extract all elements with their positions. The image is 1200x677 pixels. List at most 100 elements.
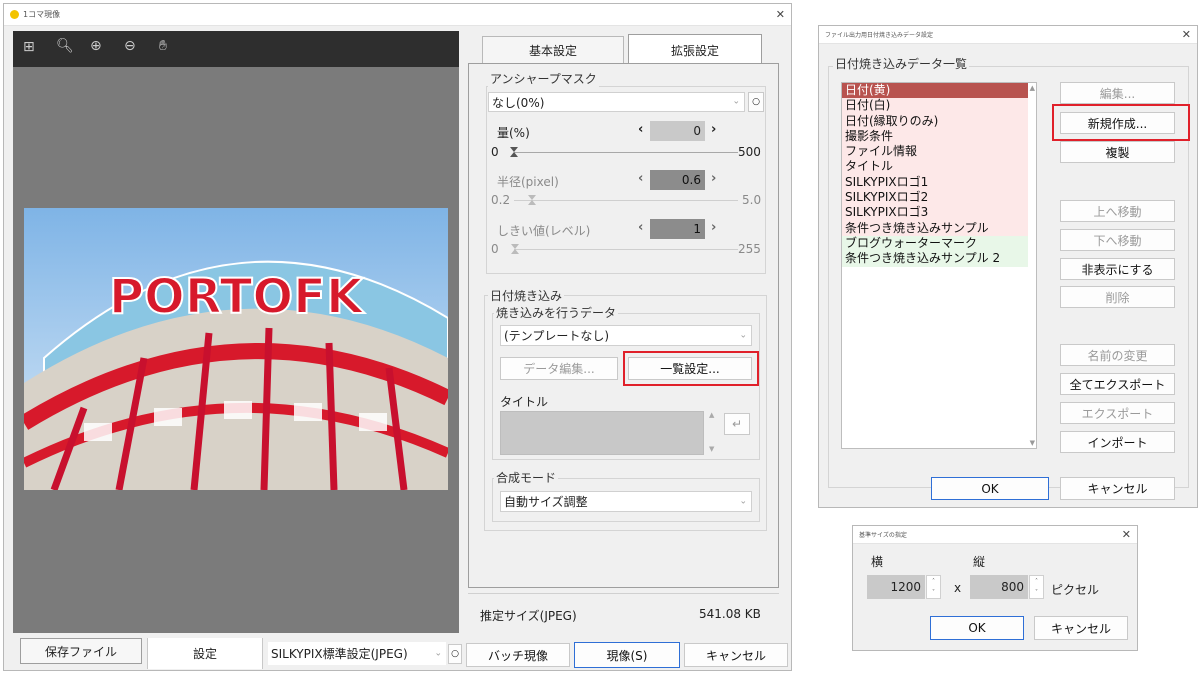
- title-textarea[interactable]: [500, 411, 704, 455]
- tab-basic-settings[interactable]: 基本設定: [482, 36, 624, 64]
- size-cancel-button[interactable]: キャンセル: [1034, 616, 1128, 640]
- width-stepper[interactable]: ˄ ˅: [926, 575, 941, 599]
- batch-develop-button[interactable]: バッチ現像: [466, 643, 570, 667]
- zoom-icon[interactable]: 🔍︎: [56, 38, 74, 54]
- amount-decrease-icon[interactable]: ‹: [638, 122, 643, 137]
- chevron-down-icon: ⌄: [739, 330, 747, 340]
- imprint-ok-button[interactable]: OK: [931, 477, 1049, 500]
- tab-settings[interactable]: 設定: [147, 638, 263, 669]
- list-item[interactable]: SILKYPIXロゴ2: [842, 190, 1028, 206]
- output-preset-select[interactable]: SILKYPIX標準設定(JPEG) ⌄: [268, 642, 446, 665]
- list-item[interactable]: タイトル: [842, 159, 1028, 175]
- move-up-button[interactable]: 上へ移動: [1060, 200, 1175, 222]
- imprint-cancel-button[interactable]: キャンセル: [1060, 477, 1175, 500]
- radius-slider-thumb[interactable]: [527, 195, 536, 205]
- imprint-dialog-title: ファイル出力用日付焼き込みデータ設定: [825, 32, 934, 39]
- list-item[interactable]: 日付(黄): [842, 83, 1028, 99]
- amount-slider-thumb[interactable]: [510, 147, 518, 157]
- threshold-value[interactable]: 1: [650, 219, 705, 239]
- size-ok-button[interactable]: OK: [930, 616, 1024, 640]
- close-icon[interactable]: ✕: [1122, 528, 1131, 541]
- imprint-template-select[interactable]: (テンプレートなし) ⌄: [500, 325, 752, 346]
- scroll-down-icon[interactable]: ▼: [1030, 439, 1035, 447]
- move-down-button[interactable]: 下へ移動: [1060, 229, 1175, 251]
- imprint-listbox[interactable]: 日付(黄) 日付(白) 日付(縁取りのみ) 撮影条件 ファイル情報 タイトル SILKYPI…: [841, 82, 1037, 449]
- unsharp-preset-options-button[interactable]: ○: [748, 92, 764, 112]
- radius-max: 5.0: [742, 193, 762, 207]
- preview-photo: PORTOFK: [24, 208, 448, 490]
- delete-button[interactable]: 削除: [1060, 286, 1175, 308]
- develop-window: 1コマ現像 ✕ ⊞ 🔍︎ ⊕ ⊖ ✋︎ PORTOFK 基本設定 拡張設定 アン…: [3, 3, 792, 671]
- newline-button[interactable]: ↵: [724, 413, 750, 435]
- import-button[interactable]: インポート: [1060, 431, 1175, 453]
- radius-slider-track[interactable]: [514, 200, 738, 201]
- compose-mode-select[interactable]: 自動サイズ調整 ⌄: [500, 491, 752, 512]
- estimate-value: 541.08 KB: [699, 607, 761, 621]
- estimate-label: 推定サイズ(JPEG): [480, 609, 577, 623]
- imprint-list-group-label: 日付焼き込みデータ一覧: [833, 55, 970, 72]
- radius-label: 半径(pixel): [497, 175, 559, 189]
- list-item[interactable]: 日付(縁取りのみ): [842, 113, 1028, 129]
- export-all-button[interactable]: 全てエクスポート: [1060, 373, 1175, 395]
- amount-increase-icon[interactable]: ›: [711, 122, 716, 137]
- threshold-decrease-icon[interactable]: ‹: [638, 220, 643, 235]
- radius-value[interactable]: 0.6: [650, 170, 705, 190]
- amount-min: 0: [491, 145, 499, 159]
- unsharp-preset-value: なし(0%): [492, 95, 545, 110]
- zoom-in-icon[interactable]: ⊕: [90, 38, 102, 54]
- fit-view-icon[interactable]: ⊞: [23, 39, 35, 55]
- amount-value[interactable]: 0: [650, 121, 705, 141]
- list-item[interactable]: SILKYPIXロゴ3: [842, 205, 1028, 221]
- scroll-up-icon[interactable]: ▲: [1030, 84, 1035, 92]
- hide-button[interactable]: 非表示にする: [1060, 258, 1175, 280]
- height-stepper[interactable]: ˄ ˅: [1029, 575, 1044, 599]
- imprint-template-value: (テンプレートなし): [504, 329, 610, 343]
- new-button-highlight: [1052, 104, 1190, 141]
- threshold-increase-icon[interactable]: ›: [711, 220, 716, 235]
- zoom-out-icon[interactable]: ⊖: [124, 38, 136, 54]
- list-item[interactable]: ファイル情報: [842, 144, 1028, 160]
- tab-save-file[interactable]: 保存ファイル: [20, 638, 142, 664]
- amount-slider-track[interactable]: [514, 152, 738, 153]
- width-label: 横: [871, 555, 884, 569]
- develop-button[interactable]: 現像(S): [574, 642, 680, 668]
- times-sign: x: [954, 581, 962, 595]
- list-item[interactable]: 撮影条件: [842, 128, 1028, 145]
- chevron-down-icon: ⌄: [434, 648, 442, 658]
- threshold-min: 0: [491, 242, 499, 256]
- radius-increase-icon[interactable]: ›: [711, 171, 716, 186]
- data-edit-button[interactable]: データ編集...: [500, 357, 618, 380]
- title-label: タイトル: [500, 395, 549, 409]
- list-item[interactable]: 条件つき焼き込みサンプル: [842, 220, 1028, 236]
- amount-max: 500: [738, 145, 761, 159]
- scroll-down-icon[interactable]: ▼: [709, 445, 714, 453]
- imprint-dialog-titlebar: ファイル出力用日付焼き込みデータ設定 ✕: [819, 26, 1197, 44]
- list-item[interactable]: ブログウォーターマーク: [842, 235, 1028, 252]
- preview-canvas: PORTOFK: [13, 67, 459, 633]
- radius-decrease-icon[interactable]: ‹: [638, 171, 643, 186]
- threshold-slider-track[interactable]: [514, 249, 738, 250]
- export-button[interactable]: エクスポート: [1060, 402, 1175, 424]
- unsharp-preset-select[interactable]: なし(0%) ⌄: [488, 92, 745, 112]
- height-input[interactable]: 800: [970, 575, 1028, 599]
- base-size-dialog: 基準サイズの指定 ✕ 横 縦 1200 ˄ ˅ x 800 ˄ ˅ ピクセル OK …: [852, 525, 1138, 651]
- output-preset-options-button[interactable]: ○: [448, 644, 462, 664]
- scroll-up-icon[interactable]: ▲: [709, 411, 714, 419]
- edit-button[interactable]: 編集...: [1060, 82, 1175, 104]
- list-item[interactable]: SILKYPIXロゴ1: [842, 174, 1028, 191]
- list-item[interactable]: 日付(白): [842, 98, 1028, 114]
- close-icon[interactable]: ✕: [1182, 28, 1191, 41]
- hand-tool-icon[interactable]: ✋︎: [159, 38, 167, 54]
- close-icon[interactable]: ✕: [776, 8, 785, 21]
- app-icon: [10, 10, 19, 19]
- cancel-button[interactable]: キャンセル: [684, 643, 788, 667]
- window-title: 1コマ現像: [23, 10, 61, 19]
- width-input[interactable]: 1200: [867, 575, 925, 599]
- threshold-label: しきい値(レベル): [497, 224, 591, 238]
- imprint-items: 日付(黄) 日付(白) 日付(縁取りのみ) 撮影条件 ファイル情報 タイトル SILKYPI…: [842, 83, 1028, 267]
- duplicate-button[interactable]: 複製: [1060, 141, 1175, 163]
- threshold-slider-thumb[interactable]: [510, 244, 519, 254]
- tab-extended-settings[interactable]: 拡張設定: [628, 34, 762, 66]
- list-item[interactable]: 条件つき焼き込みサンプル 2: [842, 251, 1028, 267]
- rename-button[interactable]: 名前の変更: [1060, 344, 1175, 366]
